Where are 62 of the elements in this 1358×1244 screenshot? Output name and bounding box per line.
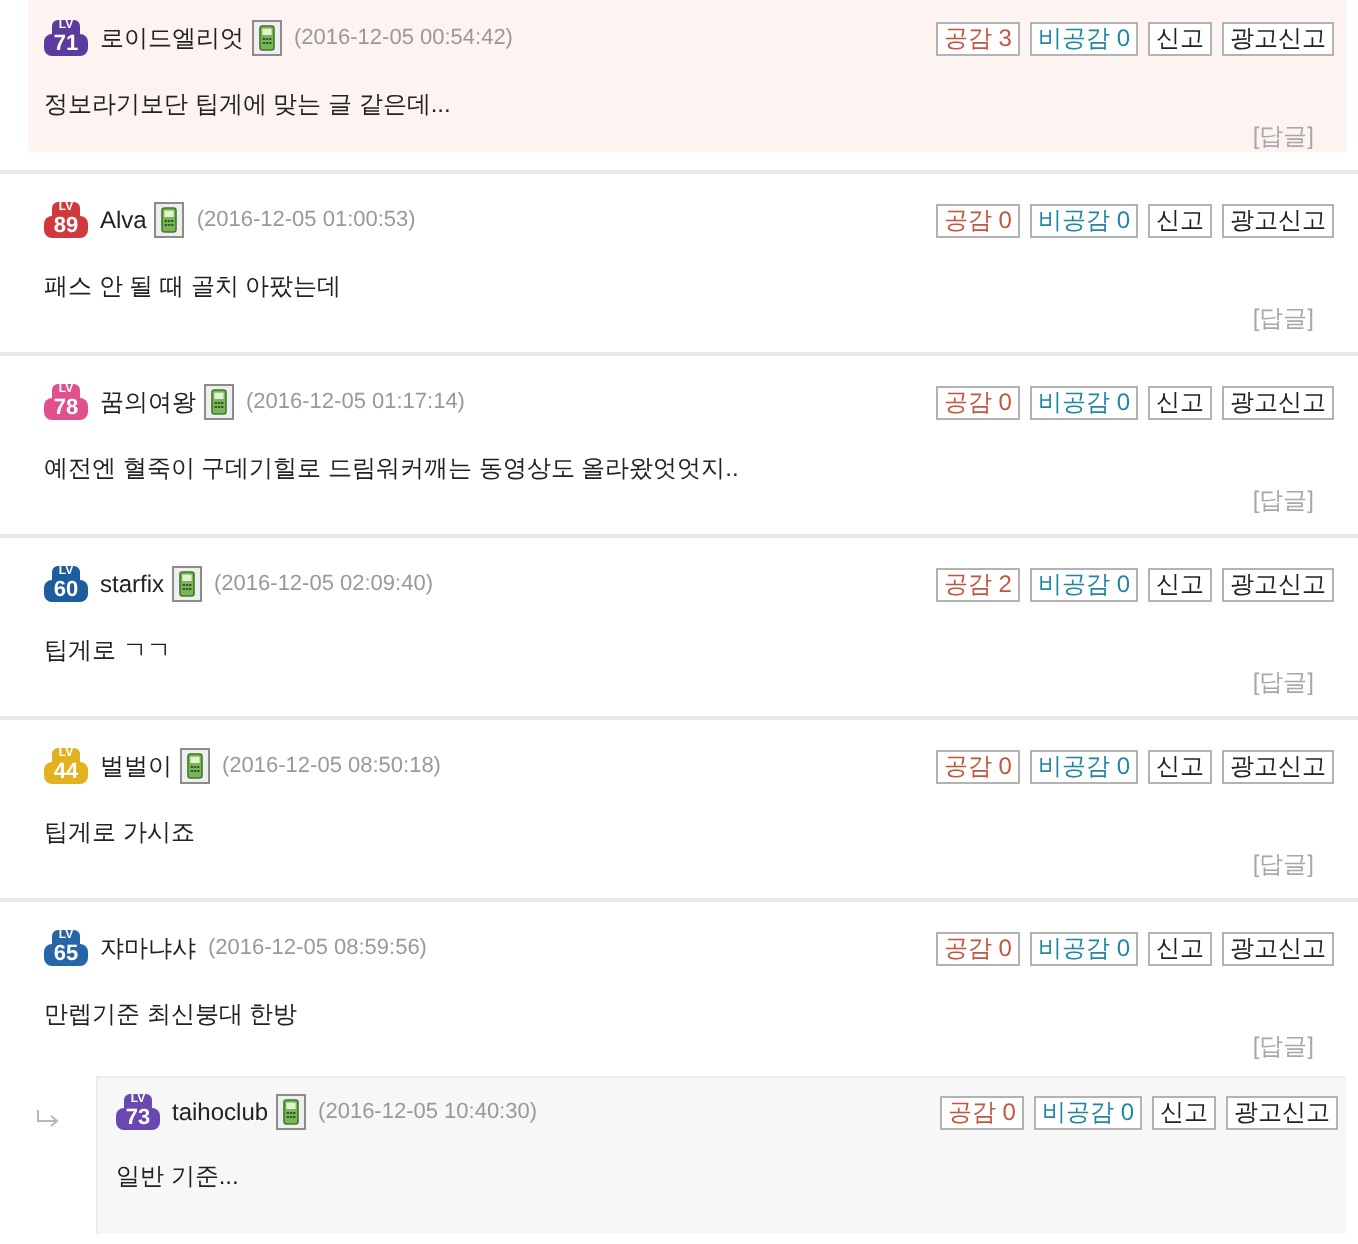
ad-report-button[interactable]: 광고신고 [1222, 203, 1334, 237]
reply-link[interactable]: [답글] [1252, 304, 1314, 332]
report-button[interactable]: 신고 [1148, 749, 1212, 783]
like-button[interactable]: 공감 0 [935, 203, 1020, 237]
comment-text: 팁게로 가시죠 [44, 816, 197, 850]
reply-link[interactable]: [답글] [1252, 850, 1314, 878]
timestamp: (2016-12-05 01:00:53) [196, 206, 416, 234]
dislike-button[interactable]: 비공감 0 [1029, 931, 1138, 965]
timestamp: (2016-12-05 08:59:56) [208, 934, 427, 962]
comment-text: 만렙기준 최신붕대 한방 [44, 998, 300, 1032]
dislike-button[interactable]: 비공감 0 [1033, 1095, 1142, 1129]
report-button[interactable]: 신고 [1148, 203, 1212, 237]
dislike-button[interactable]: 비공감 0 [1029, 21, 1138, 55]
dislike-button[interactable]: 비공감 0 [1029, 385, 1138, 419]
timestamp: (2016-12-05 08:50:18) [222, 752, 441, 780]
ad-report-button[interactable]: 광고신고 [1222, 567, 1334, 601]
ad-report-button[interactable]: 광고신고 [1222, 931, 1334, 965]
comment-text: 패스 안 될 때 골치 아팠는데 [44, 270, 344, 304]
username: starfix [100, 568, 165, 600]
report-button[interactable]: 신고 [1148, 385, 1212, 419]
username: Alva [100, 204, 147, 236]
dislike-button[interactable]: 비공감 0 [1029, 749, 1138, 783]
ad-report-button[interactable]: 광고신고 [1226, 1095, 1338, 1129]
dislike-button[interactable]: 비공감 0 [1029, 567, 1138, 601]
like-button[interactable]: 공감 2 [935, 567, 1020, 601]
username: 쟈마냐샤 [100, 932, 196, 964]
like-button[interactable]: 공감 0 [935, 749, 1020, 783]
like-button[interactable]: 공감 3 [935, 21, 1020, 55]
reply-link[interactable]: [답글] [1252, 486, 1314, 514]
username: 벌벌이 [100, 750, 172, 782]
reply-arrow-icon [36, 1110, 60, 1128]
report-button[interactable]: 신고 [1148, 21, 1212, 55]
report-button[interactable]: 신고 [1148, 567, 1212, 601]
level-number: 71 [44, 34, 88, 56]
level-number: 44 [44, 762, 88, 784]
comment-text: 일반 기준... [116, 1160, 241, 1194]
level-number: 73 [116, 1108, 160, 1130]
report-button[interactable]: 신고 [1148, 931, 1212, 965]
level-number: 89 [44, 216, 88, 238]
level-number: 60 [44, 580, 88, 602]
username: 로이드엘리엇 [100, 22, 244, 54]
timestamp: (2016-12-05 10:40:30) [318, 1098, 538, 1126]
level-number: 78 [44, 398, 88, 420]
report-button[interactable]: 신고 [1152, 1095, 1216, 1129]
ad-report-button[interactable]: 광고신고 [1222, 385, 1334, 419]
reply-link[interactable]: [답글] [1252, 668, 1314, 696]
comment-text: 팁게로 ㄱㄱ [44, 634, 173, 668]
like-button[interactable]: 공감 0 [939, 1095, 1024, 1129]
username: taihoclub [172, 1096, 269, 1128]
comment-text: 예전엔 혈죽이 구데기힐로 드림워커깨는 동영상도 올라왔엇엇지.. [44, 452, 741, 486]
dislike-button[interactable]: 비공감 0 [1029, 203, 1138, 237]
reply-link[interactable]: [답글] [1252, 1032, 1314, 1060]
timestamp: (2016-12-05 00:54:42) [294, 24, 513, 52]
username: 꿈의여왕 [100, 386, 196, 418]
comment-text: 정보라기보단 팁게에 맞는 글 같은데... [44, 88, 453, 122]
ad-report-button[interactable]: 광고신고 [1222, 749, 1334, 783]
level-number: 65 [44, 944, 88, 966]
timestamp: (2016-12-05 01:17:14) [246, 388, 465, 416]
timestamp: (2016-12-05 02:09:40) [214, 570, 433, 598]
ad-report-button[interactable]: 광고신고 [1222, 21, 1334, 55]
like-button[interactable]: 공감 0 [935, 931, 1020, 965]
like-button[interactable]: 공감 0 [935, 385, 1020, 419]
